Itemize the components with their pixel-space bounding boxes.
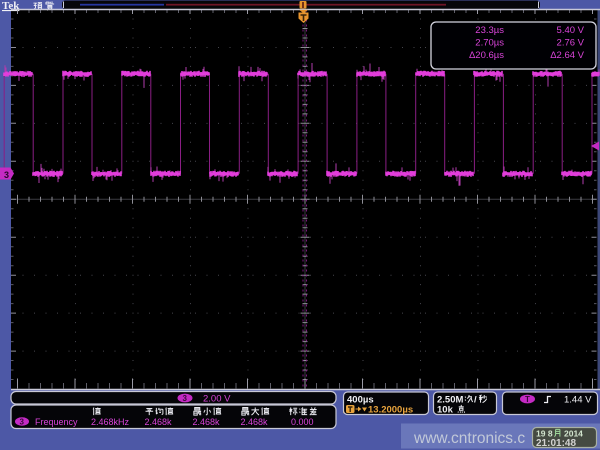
svg-text:2.468k: 2.468k [193, 417, 221, 427]
svg-text:10k: 10k [437, 405, 454, 416]
svg-text:Δ20.6µs: Δ20.6µs [469, 50, 504, 61]
svg-text:2.00 V: 2.00 V [203, 394, 231, 405]
svg-text:0.000: 0.000 [291, 417, 314, 427]
svg-text:Frequency: Frequency [35, 417, 78, 427]
svg-text:2.468kHz: 2.468kHz [91, 417, 130, 427]
svg-text:3: 3 [20, 418, 25, 427]
svg-text:2.468k: 2.468k [241, 417, 269, 427]
svg-text:23.3µs: 23.3µs [475, 25, 504, 36]
svg-text:1.44 V: 1.44 V [564, 395, 592, 406]
svg-text:13.2000µs: 13.2000µs [368, 405, 413, 416]
svg-text:www.cntronics.c: www.cntronics.c [413, 430, 525, 447]
svg-text:2014: 2014 [564, 429, 583, 439]
svg-text:2.70µs: 2.70µs [475, 38, 504, 49]
svg-text:2.76 V: 2.76 V [557, 38, 585, 49]
svg-text:/: / [474, 395, 477, 406]
svg-text:T: T [525, 395, 530, 404]
svg-text:5.40 V: 5.40 V [557, 25, 585, 36]
svg-text:3: 3 [183, 394, 188, 403]
svg-text:2.468k: 2.468k [145, 417, 173, 427]
svg-text:21:01:48: 21:01:48 [536, 438, 576, 449]
svg-text:19 8: 19 8 [536, 429, 553, 439]
svg-text:Δ2.64 V: Δ2.64 V [550, 50, 584, 61]
svg-text:3: 3 [4, 170, 9, 180]
